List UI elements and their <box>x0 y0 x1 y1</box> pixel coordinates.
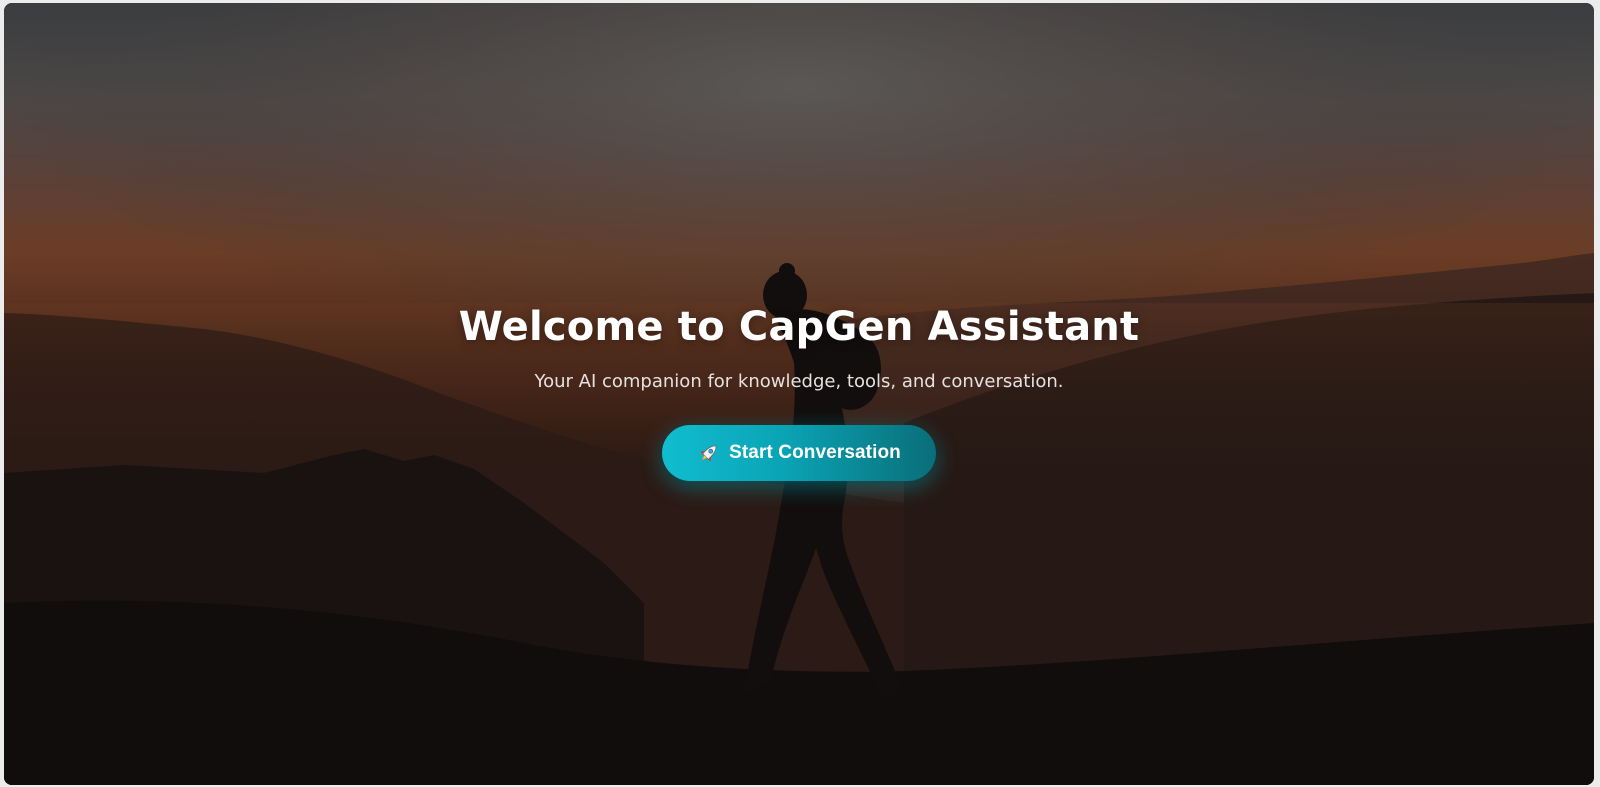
hero-subtitle: Your AI companion for knowledge, tools, … <box>534 371 1064 392</box>
hero-section: Welcome to CapGen Assistant Your AI comp… <box>4 3 1594 785</box>
start-conversation-label: Start Conversation <box>729 442 901 463</box>
rocket-icon <box>697 441 721 465</box>
start-conversation-button[interactable]: Start Conversation <box>662 425 936 481</box>
hero-title: Welcome to CapGen Assistant <box>458 304 1140 350</box>
hero-content: Welcome to CapGen Assistant Your AI comp… <box>4 299 1594 481</box>
